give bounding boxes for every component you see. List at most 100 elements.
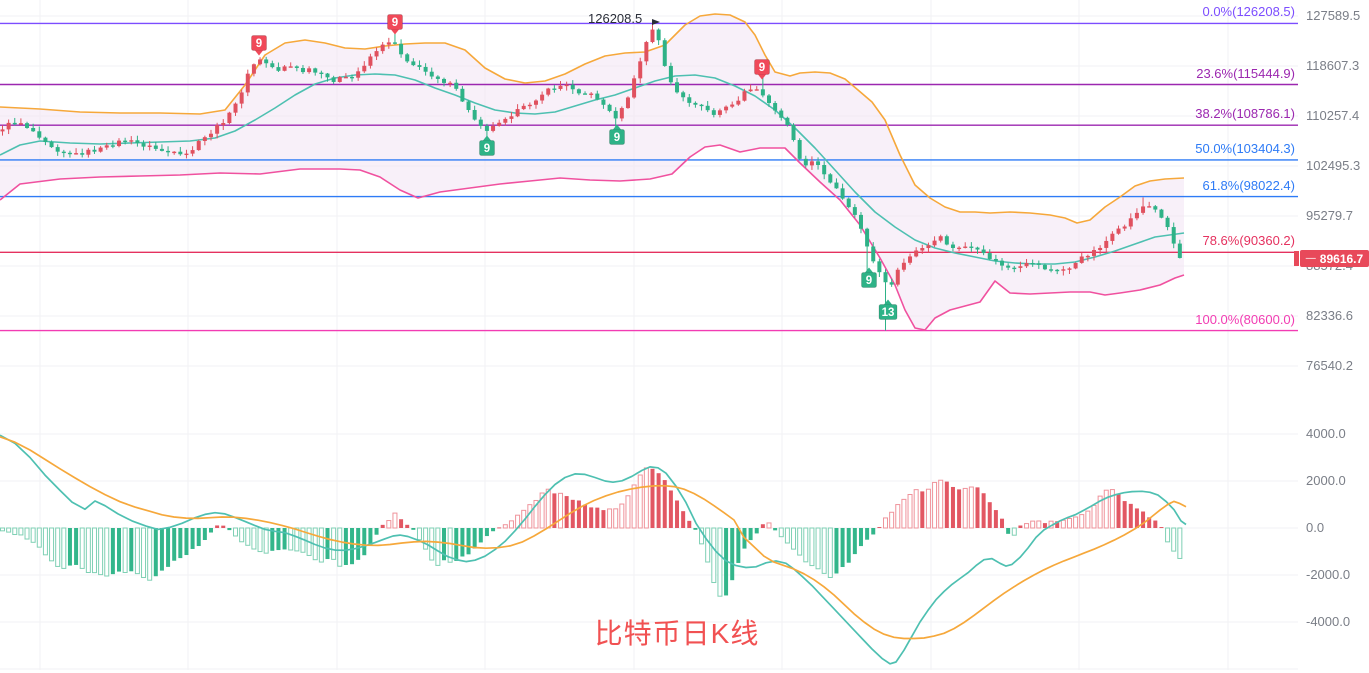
macd-histogram-bar — [1085, 510, 1091, 529]
candle-body — [509, 116, 514, 119]
macd-histogram-bar — [852, 528, 857, 555]
candle-body — [178, 151, 183, 155]
price-badge-dash: — — [1305, 253, 1316, 264]
macd-histogram-bar — [981, 493, 986, 528]
candle-body — [1036, 263, 1041, 265]
macd-histogram-bar — [968, 486, 974, 529]
macd-histogram-bar — [773, 528, 778, 531]
macd-histogram-bar — [907, 494, 913, 529]
candle-body — [981, 249, 986, 254]
macd-histogram-bar — [416, 527, 422, 541]
candle-body — [625, 97, 630, 109]
macd-histogram-bar — [374, 528, 379, 535]
candle-body — [803, 158, 808, 166]
macd-histogram-bar — [405, 524, 410, 528]
macd-histogram-bar — [61, 527, 67, 569]
candle-body — [484, 125, 489, 131]
candle-body — [1012, 267, 1017, 270]
macd-histogram-bar — [337, 527, 343, 567]
candle-body — [1061, 269, 1066, 271]
macd-histogram-bar — [1128, 503, 1133, 528]
macd-histogram-bar — [883, 517, 889, 529]
macd-histogram-bar — [325, 528, 330, 560]
macd-histogram-bar — [675, 500, 680, 528]
candle-body — [656, 29, 661, 41]
candle-body — [969, 246, 974, 248]
candle-body — [883, 272, 888, 283]
candle-body — [221, 123, 226, 126]
macd-histogram-bar — [920, 491, 925, 528]
candle-body — [325, 73, 330, 78]
candle-body — [975, 247, 980, 250]
candle-body — [846, 198, 851, 208]
candle-body — [1079, 256, 1084, 263]
macd-histogram-bar — [239, 527, 245, 543]
fib-level-label: 0.0%(126208.5) — [1202, 4, 1295, 20]
candle-body — [466, 101, 471, 110]
candle-body — [668, 65, 673, 83]
candle-body — [251, 64, 256, 74]
candle-body — [527, 104, 532, 107]
macd-histogram-bar — [625, 495, 631, 529]
candle-body — [920, 248, 925, 251]
candle-body — [356, 71, 361, 78]
candle-body — [159, 148, 164, 151]
macd-histogram-bar — [613, 508, 619, 529]
macd-histogram-bar — [1024, 523, 1030, 529]
macd-histogram-bar — [950, 486, 955, 528]
candle-body — [908, 256, 913, 263]
candle-body — [92, 149, 97, 152]
candle-body — [852, 207, 857, 215]
candle-body — [1153, 206, 1158, 210]
candle-body — [840, 188, 845, 199]
axis-tick-label: 110257.4 — [1306, 108, 1360, 123]
candle-body — [1128, 218, 1133, 227]
macd-histogram-bar — [784, 527, 790, 544]
macd-histogram-bar — [134, 527, 140, 575]
candle-body — [1024, 262, 1029, 267]
candle-body — [196, 140, 201, 151]
macd-histogram-bar — [827, 527, 833, 578]
macd-histogram-bar — [460, 528, 465, 557]
candle-body — [644, 42, 649, 62]
macd-histogram-bar — [607, 508, 613, 529]
macd-histogram-bar — [1103, 489, 1109, 529]
macd-histogram-bar — [589, 507, 594, 528]
macd-histogram-bar — [662, 480, 667, 528]
candle-body — [1049, 269, 1054, 271]
macd-histogram-bar — [681, 511, 686, 528]
candle-body — [166, 150, 171, 153]
candle-body — [276, 67, 281, 71]
candlestick-chart-canvas[interactable]: 9 9 9 9 9 9 13 — [0, 0, 1369, 673]
macd-histogram-bar — [821, 527, 827, 574]
badge-pointer-icon — [255, 50, 263, 56]
candle-body — [343, 76, 348, 79]
candle-body — [460, 88, 465, 102]
candle-body — [791, 125, 796, 141]
candle-body — [25, 123, 30, 128]
candle-body — [576, 89, 581, 94]
macd-histogram-bar — [717, 527, 723, 597]
macd-histogram-bar — [865, 528, 870, 540]
macd-histogram-bar — [233, 527, 239, 537]
chart-title: 比特币日K线 — [594, 618, 760, 649]
macd-histogram-bar — [944, 481, 949, 528]
macd-histogram-bar — [221, 525, 226, 528]
macd-histogram-bar — [1134, 508, 1139, 528]
macd-histogram-bar — [527, 504, 533, 529]
candle-body — [503, 118, 508, 123]
macd-histogram-bar — [1122, 501, 1127, 528]
macd-histogram-bar — [1011, 527, 1017, 536]
axis-tick-label: 2000.0 — [1306, 473, 1346, 488]
candle-body — [43, 137, 48, 142]
macd-histogram-bar — [153, 528, 158, 577]
candle-body — [987, 253, 992, 259]
macd-histogram-bar — [55, 527, 61, 567]
last-price-edge-tick — [1294, 251, 1299, 266]
macd-histogram-bar — [1153, 520, 1158, 528]
macd-histogram-bar — [957, 489, 962, 528]
fib-level-label: 50.0%(103404.3) — [1195, 140, 1295, 156]
macd-histogram-bar — [12, 527, 18, 536]
macd-histogram-bar — [834, 528, 839, 574]
candle-body — [12, 122, 17, 125]
